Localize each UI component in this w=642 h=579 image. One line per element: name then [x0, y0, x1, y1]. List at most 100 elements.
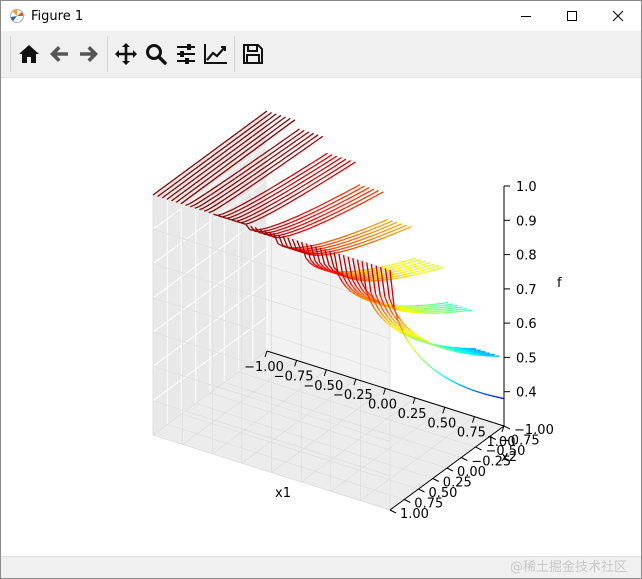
- surface-segment: [284, 232, 290, 235]
- surface-segment: [313, 180, 319, 185]
- surface-segment: [296, 227, 302, 231]
- surface-segment: [334, 237, 340, 241]
- surface-segment: [268, 207, 274, 211]
- surface-segment: [299, 129, 305, 134]
- surface-segment: [309, 225, 315, 229]
- surface-segment: [375, 225, 381, 229]
- surface-segment: [410, 271, 415, 274]
- surface-segment: [319, 159, 325, 163]
- surface-segment: [301, 142, 307, 147]
- surface-segment: [434, 264, 440, 268]
- y-tick: [461, 457, 468, 461]
- surface-segment: [282, 178, 288, 182]
- surface-segment: [361, 240, 366, 244]
- surface-segment: [374, 239, 379, 243]
- surface-segment: [309, 132, 314, 137]
- surface-segment: [402, 273, 407, 276]
- surface-segment: [267, 195, 272, 200]
- surface-segment: [367, 228, 373, 232]
- surface-segment: [412, 262, 418, 266]
- surface-segment: [399, 261, 404, 264]
- surface-segment: [289, 155, 295, 160]
- surface-segment: [459, 310, 464, 313]
- surface-segment: [357, 198, 363, 202]
- surface-segment: [341, 203, 346, 207]
- matplotlib-icon: [9, 8, 25, 24]
- surface-segment: [288, 142, 293, 147]
- maximize-button[interactable]: [549, 1, 595, 31]
- surface-segment: [352, 193, 358, 197]
- surface-segment: [300, 183, 306, 188]
- surface-segment: [282, 223, 288, 227]
- surface-segment: [337, 209, 343, 213]
- zoom-button[interactable]: [141, 37, 171, 71]
- back-button[interactable]: [44, 37, 74, 71]
- z-tick-label: 0.6: [516, 317, 537, 332]
- surface-segment: [281, 161, 287, 166]
- surface-segment: [462, 352, 467, 355]
- minimize-button[interactable]: [503, 1, 549, 31]
- surface-segment: [364, 187, 370, 191]
- surface-segment: [307, 171, 313, 175]
- surface-segment: [367, 225, 372, 229]
- surface-segment: [275, 229, 280, 232]
- surface-segment: [283, 141, 289, 146]
- surface-segment: [337, 250, 342, 254]
- surface-segment: [335, 240, 340, 243]
- surface-segment: [338, 165, 343, 169]
- save-button[interactable]: [238, 37, 268, 71]
- home-button[interactable]: [14, 37, 44, 71]
- forward-button[interactable]: [74, 37, 104, 71]
- surface-segment: [274, 226, 280, 230]
- surface-segment: [336, 245, 341, 249]
- surface-segment: [293, 148, 299, 153]
- surface-segment: [355, 184, 361, 188]
- surface-segment: [331, 244, 337, 247]
- surface-segment: [377, 234, 383, 238]
- surface-segment: [449, 305, 454, 308]
- surface-segment: [284, 149, 290, 154]
- configure-subplots-button[interactable]: [171, 37, 201, 71]
- surface-segment: [412, 260, 417, 263]
- surface-segment: [301, 229, 307, 233]
- surface-segment: [454, 382, 460, 386]
- edit-axes-button[interactable]: [201, 37, 231, 71]
- surface-segment: [283, 226, 289, 230]
- surface-segment: [359, 228, 364, 232]
- surface-segment: [339, 192, 344, 197]
- surface-segment: [363, 227, 368, 231]
- surface-segment: [334, 171, 340, 176]
- surface-segment: [336, 157, 342, 161]
- surface-segment: [291, 219, 296, 223]
- surface-segment: [332, 204, 337, 208]
- surface-segment: [327, 202, 333, 206]
- figure-canvas[interactable]: −1.00 −0.75 −0.50 −0.25 0.00 0.25 0.50 0.75 1.00…: [1, 79, 641, 557]
- surface-segment: [353, 197, 358, 201]
- surface-segment: [271, 113, 277, 118]
- surface-segment: [271, 230, 276, 233]
- surface-segment: [349, 202, 355, 207]
- surface-segment: [335, 198, 341, 202]
- surface-segment: [322, 152, 328, 157]
- surface-segment: [279, 188, 285, 192]
- surface-segment: [330, 238, 336, 242]
- surface-segment: [392, 221, 398, 225]
- surface-segment: [339, 239, 344, 242]
- surface-segment: [267, 111, 272, 117]
- surface-segment: [413, 349, 419, 356]
- y-tick: [446, 467, 454, 472]
- surface-segment: [407, 261, 413, 264]
- surface-segment: [360, 237, 366, 241]
- close-button[interactable]: [595, 1, 641, 31]
- surface-segment: [495, 396, 501, 399]
- surface-segment: [449, 307, 455, 310]
- surface-segment: [402, 224, 407, 228]
- y-tick-label: 1.00: [400, 507, 429, 522]
- surface-segment: [337, 248, 342, 251]
- surface-segment: [272, 200, 278, 205]
- surface-segment: [384, 221, 389, 225]
- surface-segment: [328, 162, 334, 166]
- pan-button[interactable]: [111, 37, 141, 71]
- surface-segment: [402, 310, 407, 313]
- surface-segment: [311, 168, 317, 173]
